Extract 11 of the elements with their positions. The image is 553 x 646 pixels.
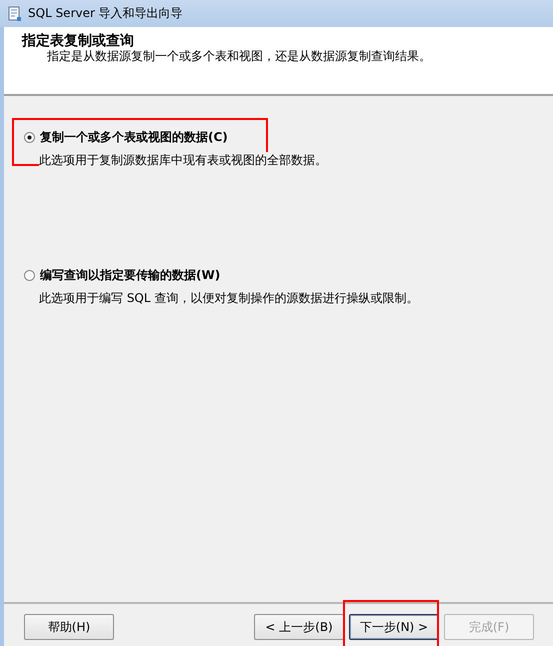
window-title: SQL Server 导入和导出向导	[28, 5, 183, 22]
radio-button[interactable]	[24, 270, 35, 281]
wizard-button[interactable]: 帮助(H)	[24, 614, 114, 640]
wizard-app-icon	[8, 6, 22, 22]
wizard-button[interactable]: 下一步(N) >	[349, 614, 439, 640]
page-description: 指定是从数据源复制一个或多个表和视图，还是从数据源复制查询结果。	[46, 49, 432, 64]
radio-button[interactable]	[24, 132, 35, 143]
page-heading: 指定表复制或查询	[22, 34, 135, 49]
option-label[interactable]: 编写查询以指定要传输的数据(W)	[40, 267, 220, 284]
wizard-button[interactable]: < 上一步(B)	[254, 614, 344, 640]
option-label[interactable]: 复制一个或多个表或视图的数据(C)	[40, 129, 228, 146]
